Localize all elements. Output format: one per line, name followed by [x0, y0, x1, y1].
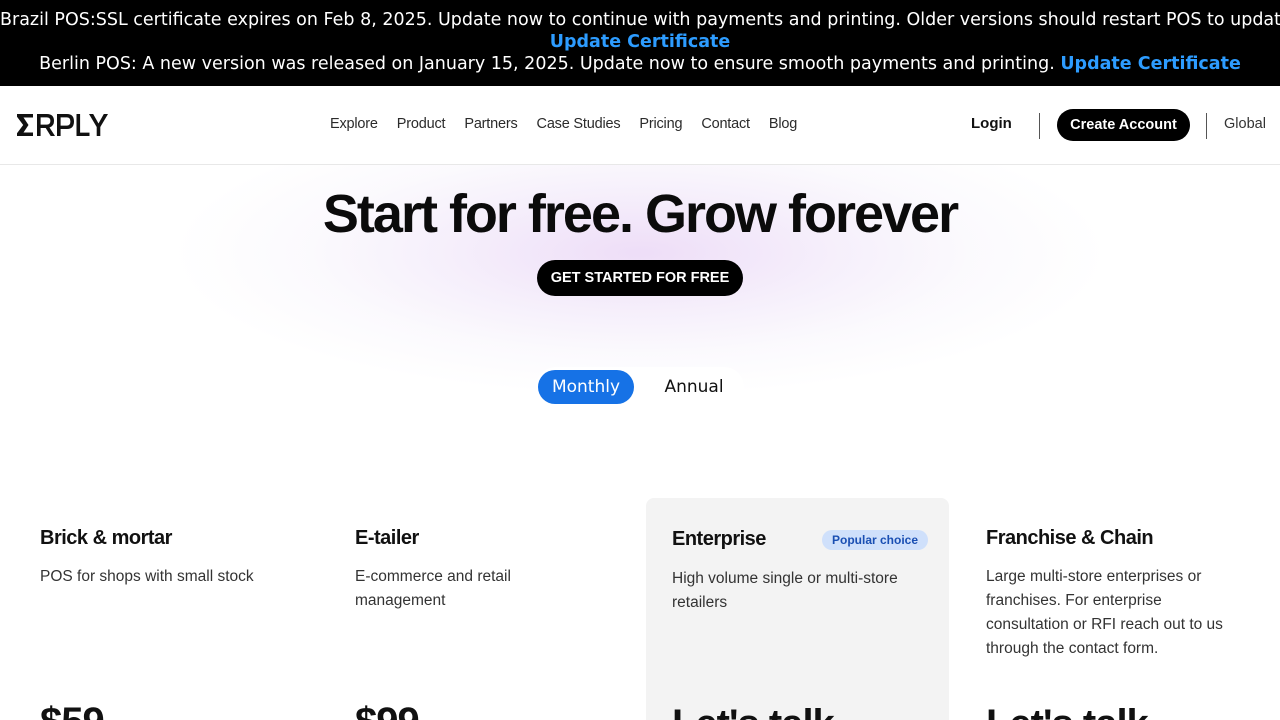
main-nav: Explore Product Partners Case Studies Pr…: [330, 116, 816, 132]
plan-card-e-tailer: E-tailer E-commerce and retail managemen…: [355, 498, 635, 720]
nav-contact[interactable]: Contact: [701, 116, 750, 132]
hero-title: Start for free. Grow forever: [322, 184, 959, 244]
plan-name: E-tailer: [355, 527, 419, 549]
hero-section: Start for free. Grow forever GET STARTED…: [0, 165, 1280, 424]
billing-option-annual[interactable]: Annual: [646, 370, 742, 404]
plan-description: High volume single or multi-store retail…: [672, 570, 898, 611]
plan-price: $99: [355, 700, 420, 720]
site-header: Explore Product Partners Case Studies Pr…: [0, 86, 1280, 165]
plan-name: Brick & mortar: [40, 527, 172, 549]
plan-price: Let's talk: [672, 702, 835, 720]
nav-partners[interactable]: Partners: [464, 116, 517, 132]
plan-description: POS for shops with small stock: [40, 568, 254, 585]
plan-description: E-commerce and retail management: [355, 568, 511, 609]
update-certificate-link-berlin[interactable]: Update Certificate: [1060, 54, 1241, 74]
plan-name: Franchise & Chain: [986, 527, 1154, 549]
nav-explore[interactable]: Explore: [330, 116, 378, 132]
plan-card-brick-mortar: Brick & mortar POS for shops with small …: [40, 498, 320, 720]
nav-case-studies[interactable]: Case Studies: [537, 116, 621, 132]
region-selector[interactable]: Global: [1224, 116, 1266, 132]
billing-option-monthly[interactable]: Monthly: [538, 370, 634, 404]
nav-product[interactable]: Product: [397, 116, 446, 132]
login-link[interactable]: Login: [971, 115, 1012, 132]
nav-blog[interactable]: Blog: [769, 116, 797, 132]
header-divider: [1206, 113, 1207, 139]
popular-choice-badge: Popular choice: [822, 530, 929, 550]
plan-card-franchise-chain: Franchise & Chain Large multi-store ente…: [986, 498, 1256, 720]
plan-name: Enterprise: [672, 528, 766, 550]
header-divider: [1039, 113, 1040, 139]
plan-price: Let's talk: [986, 702, 1149, 720]
plan-price: $59: [40, 700, 105, 720]
billing-period-toggle: Monthly Annual: [536, 367, 744, 407]
banner-message-berlin: Berlin POS: A new version was released o…: [39, 54, 1055, 74]
plan-description: Large multi-store enterprises or franchi…: [986, 568, 1223, 657]
nav-pricing[interactable]: Pricing: [639, 116, 682, 132]
create-account-button[interactable]: Create Account: [1057, 109, 1190, 141]
erply-logo[interactable]: [16, 112, 108, 138]
get-started-button[interactable]: GET STARTED FOR FREE: [537, 260, 743, 296]
announcement-banner: Brazil POS:SSL certificate expires on Fe…: [0, 0, 1280, 86]
banner-message-berlin-line: Berlin POS: A new version was released o…: [0, 54, 1280, 74]
plan-card-enterprise: Enterprise Popular choice High volume si…: [646, 498, 949, 720]
update-certificate-link-brazil[interactable]: Update Certificate: [550, 32, 731, 52]
banner-message-brazil: Brazil POS:SSL certificate expires on Fe…: [0, 10, 1280, 30]
